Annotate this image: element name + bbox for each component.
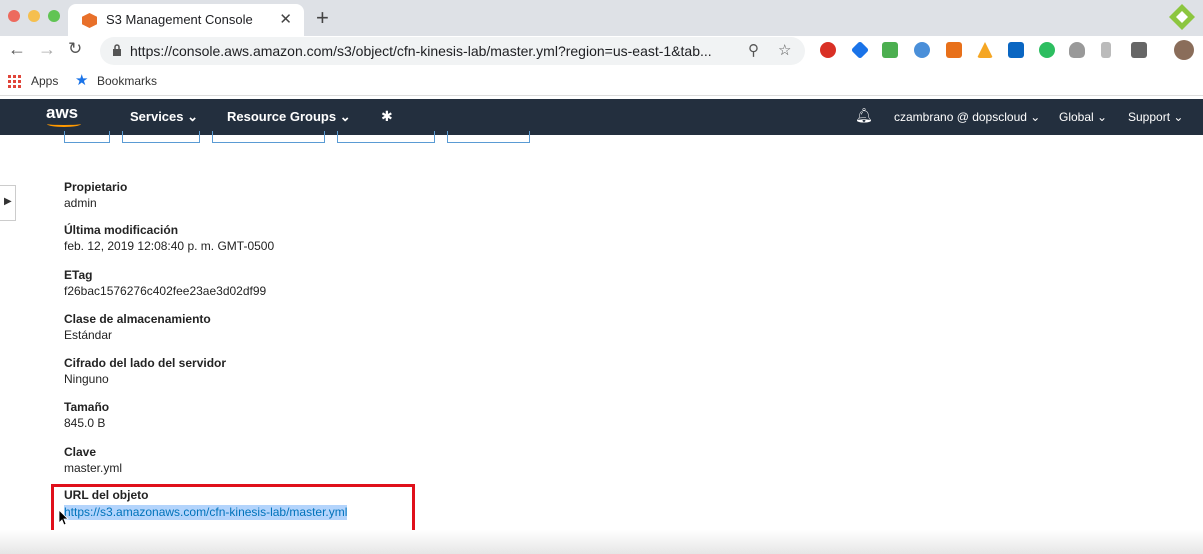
- property-label: Clase de almacenamiento: [64, 312, 211, 326]
- apps-grid-icon[interactable]: [8, 75, 21, 88]
- toolbar-button-cut[interactable]: [122, 131, 200, 143]
- zoom-magnifier-icon[interactable]: ⚲: [748, 41, 759, 59]
- window-zoom-button[interactable]: [48, 10, 60, 22]
- bottom-fade: [0, 530, 1203, 554]
- services-menu[interactable]: Services ⌄: [130, 109, 198, 125]
- window-minimize-button[interactable]: [28, 10, 40, 22]
- property-label: ETag: [64, 268, 93, 282]
- gray-extension-icon[interactable]: [1101, 42, 1111, 58]
- browser-tab-s3[interactable]: S3 Management Console ✕: [68, 4, 304, 36]
- cloud-extension-icon[interactable]: [1069, 42, 1085, 58]
- bookmarks-bar: Apps ★ Bookmarks: [0, 66, 1203, 96]
- aws-favicon-icon: [82, 13, 97, 28]
- property-label: Última modificación: [64, 223, 179, 237]
- linkedin-extension-icon[interactable]: [1008, 42, 1024, 58]
- tab-title: S3 Management Console: [106, 12, 253, 27]
- back-arrow-icon[interactable]: ←: [8, 39, 26, 60]
- aws-top-nav: aws Services ⌄ Resource Groups ⌄ ✱ 🔔︎ cz…: [0, 99, 1203, 135]
- property-value: 845.0 B: [64, 416, 106, 430]
- opera-extension-icon[interactable]: [820, 42, 836, 58]
- aws-smile-icon: [47, 121, 81, 127]
- bookmark-apps[interactable]: Apps: [31, 74, 58, 88]
- mouse-cursor-icon: [59, 510, 69, 526]
- address-bar[interactable]: https://console.aws.amazon.com/s3/object…: [100, 37, 805, 65]
- inbox-extension-icon[interactable]: [882, 42, 898, 58]
- forward-arrow-icon[interactable]: →: [38, 39, 56, 60]
- new-tab-button[interactable]: +: [316, 5, 329, 31]
- support-menu[interactable]: Support ⌄: [1128, 110, 1183, 124]
- url-text[interactable]: https://console.aws.amazon.com/s3/object…: [130, 43, 712, 59]
- property-label: Cifrado del lado del servidor: [64, 356, 227, 370]
- property-size: Tamaño 845.0 B: [64, 400, 109, 431]
- toolbar-button-cut[interactable]: [337, 131, 435, 143]
- property-storage-class: Clase de almacenamiento Estándar: [64, 312, 211, 343]
- annotation-highlight-box: [51, 484, 415, 533]
- bell-icon[interactable]: 🔔︎: [855, 107, 873, 124]
- aws-logo[interactable]: aws: [46, 103, 78, 123]
- property-value: admin: [64, 196, 97, 210]
- side-panel-toggle[interactable]: ▶: [0, 185, 16, 221]
- toolbar-button-cut[interactable]: [447, 131, 530, 143]
- property-value: Ninguno: [64, 372, 109, 386]
- property-encryption: Cifrado del lado del servidor Ninguno: [64, 356, 226, 387]
- property-label: Propietario: [64, 180, 128, 194]
- user-account-menu[interactable]: czambrano @ dopscloud ⌄: [894, 110, 1040, 124]
- shield-extension-icon[interactable]: [914, 42, 930, 58]
- bookmark-star-icon[interactable]: ☆: [778, 41, 791, 59]
- facebook-extension-icon[interactable]: [1131, 42, 1147, 58]
- property-value: master.yml: [64, 461, 123, 475]
- region-menu[interactable]: Global ⌄: [1059, 110, 1107, 124]
- pin-icon[interactable]: ✱: [381, 108, 393, 125]
- tab-close-icon[interactable]: ✕: [279, 10, 292, 28]
- property-etag: ETag f26bac1576276c402fee23ae3d02df99: [64, 268, 266, 299]
- property-key: Clave master.yml: [64, 445, 122, 476]
- caret-right-icon: ▶: [4, 196, 12, 207]
- profile-avatar[interactable]: [1174, 40, 1194, 60]
- property-label: Tamaño: [64, 400, 110, 414]
- property-label: Clave: [64, 445, 97, 459]
- property-owner: Propietario admin: [64, 180, 127, 211]
- property-value: f26bac1576276c402fee23ae3d02df99: [64, 284, 267, 298]
- bookmark-bookmarks[interactable]: Bookmarks: [97, 74, 157, 88]
- corner-logo-icon: [1169, 4, 1195, 30]
- k-extension-icon[interactable]: [946, 42, 962, 58]
- property-last-modified: Última modificación feb. 12, 2019 12:08:…: [64, 223, 274, 254]
- window-close-button[interactable]: [8, 10, 20, 22]
- lock-icon: [113, 44, 121, 56]
- bookmarks-star-icon: ★: [75, 72, 89, 89]
- property-value: Estándar: [64, 328, 113, 342]
- browser-tab-strip: S3 Management Console ✕ +: [0, 0, 1203, 36]
- reload-icon[interactable]: ↻: [68, 39, 82, 59]
- resource-groups-menu[interactable]: Resource Groups ⌄: [227, 109, 351, 125]
- toolbar-button-cut[interactable]: [64, 131, 110, 143]
- property-value: feb. 12, 2019 12:08:40 p. m. GMT-0500: [64, 239, 275, 253]
- evernote-extension-icon[interactable]: [1039, 42, 1055, 58]
- toolbar-button-cut[interactable]: [212, 131, 325, 143]
- object-properties-panel: ▶ Propietario admin Última modificación …: [0, 131, 1203, 554]
